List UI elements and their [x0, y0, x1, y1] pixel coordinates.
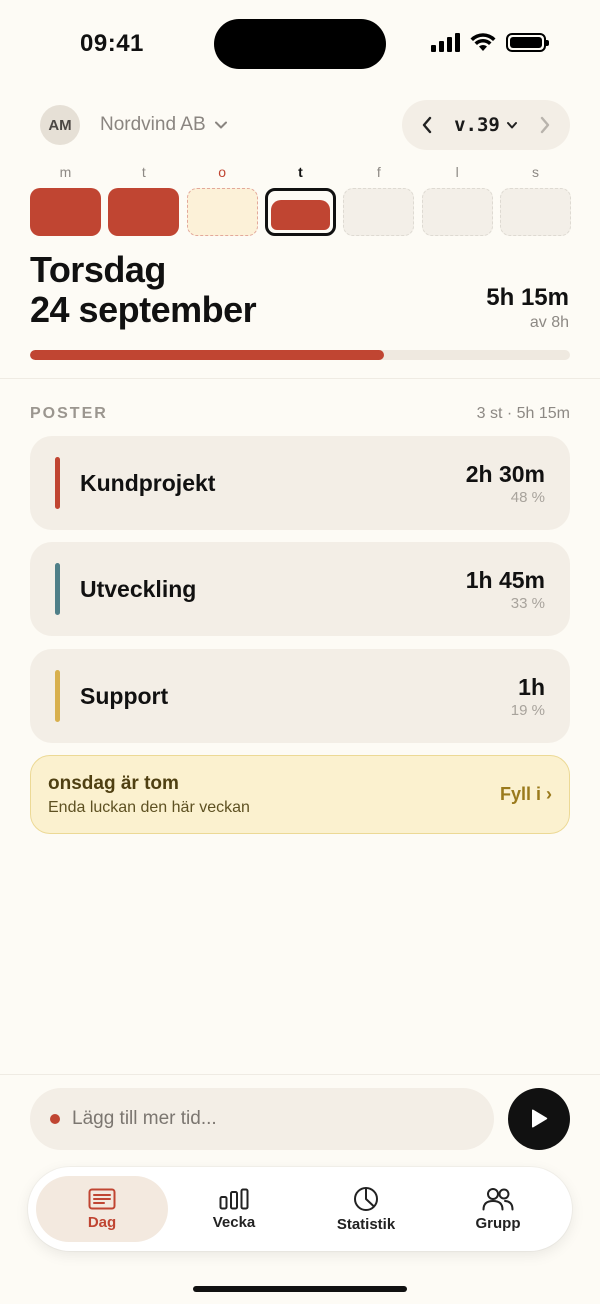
day-letter: l [455, 164, 459, 180]
entry-time: 1h [518, 673, 545, 700]
tab-label: Dag [87, 1213, 117, 1231]
week-bars-icon [219, 1188, 249, 1209]
start-timer-button[interactable] [508, 1088, 570, 1150]
day-box-monday[interactable] [30, 188, 101, 236]
battery-icon [506, 32, 549, 52]
tab-dag[interactable]: Dag [36, 1176, 168, 1242]
day-progress-bar [30, 350, 570, 360]
pie-chart-icon [354, 1186, 378, 1211]
day-letter: o [218, 164, 227, 180]
day-letter: t [298, 164, 303, 180]
date-title: 24 september [30, 289, 257, 330]
entry-color-bar [55, 563, 60, 615]
status-bar: 09:41 [0, 0, 600, 90]
day-target: av 8h [529, 314, 569, 331]
avatar[interactable]: AM [40, 105, 80, 145]
group-icon [482, 1187, 514, 1210]
entry-percent: 19 % [510, 701, 545, 719]
divider [0, 1074, 600, 1075]
chevron-down-icon [214, 121, 227, 129]
day-box-sunday[interactable] [499, 188, 571, 236]
dynamic-island [214, 19, 386, 69]
day-fill [270, 200, 330, 230]
day-box-saturday[interactable] [421, 188, 493, 236]
tab-vecka[interactable]: Vecka [168, 1176, 300, 1242]
page-title: Torsdag 24 september [30, 249, 257, 330]
entries-section-header: POSTER 3 st · 5h 15m [30, 405, 570, 423]
chevron-down-icon [506, 121, 517, 128]
company-selector[interactable]: Nordvind AB [100, 114, 228, 136]
entry-stats: 2h 30m 48 % [466, 461, 545, 506]
chevron-left-icon [422, 116, 432, 134]
entry-color-bar [55, 670, 60, 722]
day-box-wednesday[interactable] [186, 188, 258, 236]
empty-day-notice: onsdag är tom Enda luckan den här veckan… [30, 755, 570, 834]
entry-label: Utveckling [80, 575, 197, 602]
entry-card[interactable]: Support 1h 19 % [30, 649, 570, 743]
section-meta: 3 st · 5h 15m [476, 405, 570, 422]
weekday-title: Torsdag [30, 249, 166, 290]
entry-color-bar [55, 457, 60, 509]
entry-label: Support [80, 682, 169, 709]
status-time: 09:41 [80, 30, 144, 57]
next-week-button[interactable] [534, 114, 556, 136]
status-icons [431, 32, 549, 52]
day-box-tuesday[interactable] [108, 188, 180, 236]
tab-statistik[interactable]: Statistik [300, 1176, 432, 1242]
fill-in-button[interactable]: Fyll i › [500, 784, 552, 805]
notice-text: onsdag är tom Enda luckan den här veckan [48, 773, 250, 817]
section-title: POSTER [30, 405, 108, 422]
add-time-field [30, 1088, 494, 1150]
tab-bar: Dag Vecka Statistik Grupp [28, 1167, 572, 1251]
day-progress-fill [30, 350, 385, 360]
entry-time: 2h 30m [465, 460, 545, 487]
company-name: Nordvind AB [100, 114, 206, 135]
cellular-signal-icon [431, 32, 460, 52]
week-day-strip: m t o t f l s [30, 164, 571, 236]
day-letters: m t o t f l s [30, 164, 571, 182]
entry-stats: 1h 19 % [511, 674, 545, 719]
day-letter: f [376, 164, 381, 180]
notice-title: onsdag är tom [48, 772, 179, 794]
week-navigator: v.39 [402, 100, 570, 150]
notice-subtitle: Enda luckan den här veckan [48, 798, 250, 816]
composer [30, 1088, 570, 1150]
add-time-input[interactable] [72, 1108, 452, 1130]
day-list-icon [88, 1188, 116, 1209]
day-letter: m [59, 164, 72, 180]
entry-time: 1h 45m [465, 566, 545, 593]
tab-label: Grupp [475, 1214, 521, 1232]
chevron-right-icon [540, 116, 550, 134]
record-dot-icon [50, 1114, 60, 1124]
home-indicator [193, 1286, 407, 1292]
wifi-icon [470, 33, 496, 51]
tab-grupp[interactable]: Grupp [432, 1176, 564, 1242]
prev-week-button[interactable] [416, 114, 438, 136]
entry-percent: 33 % [510, 594, 545, 612]
week-selector[interactable]: v.39 [454, 114, 518, 136]
play-icon [532, 1109, 548, 1128]
divider [0, 378, 600, 379]
day-total-value: 5h 15m [486, 284, 569, 311]
entry-stats: 1h 45m 33 % [466, 567, 545, 612]
week-label: v.39 [454, 114, 500, 136]
day-box-friday[interactable] [343, 188, 415, 236]
entry-label: Kundprojekt [80, 469, 216, 496]
day-boxes [30, 188, 571, 236]
entry-card[interactable]: Utveckling 1h 45m 33 % [30, 542, 570, 636]
header: AM Nordvind AB v.39 [30, 100, 570, 150]
entry-card[interactable]: Kundprojekt 2h 30m 48 % [30, 436, 570, 530]
tab-label: Vecka [212, 1213, 256, 1231]
day-letter: s [531, 164, 539, 180]
tab-label: Statistik [336, 1215, 396, 1233]
day-totals: 5h 15m av 8h [486, 284, 569, 332]
entry-percent: 48 % [510, 488, 545, 506]
day-letter: t [141, 164, 146, 180]
day-box-thursday[interactable] [264, 188, 336, 236]
